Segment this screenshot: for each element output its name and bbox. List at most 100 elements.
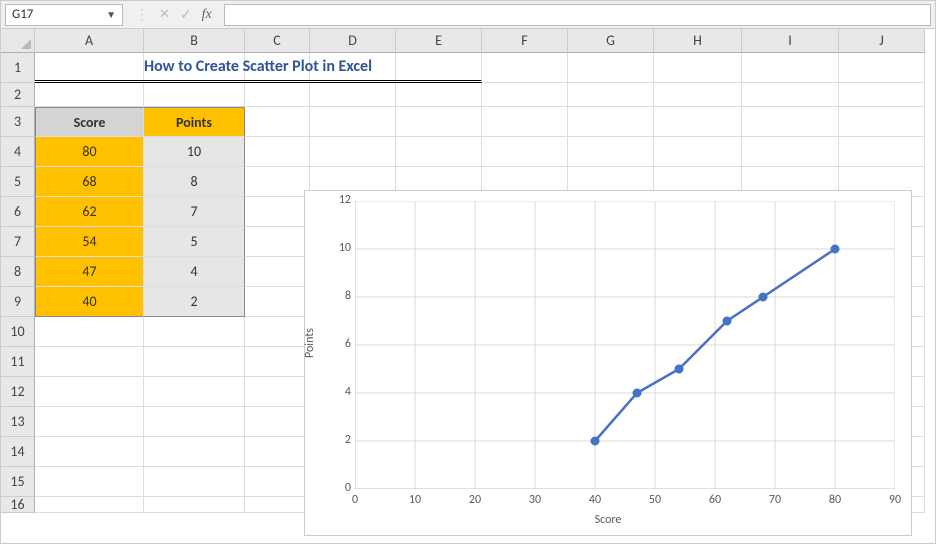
name-box[interactable]: G17 ▼ bbox=[5, 4, 123, 26]
cell-G4[interactable] bbox=[568, 137, 654, 167]
row-header-10[interactable]: 10 bbox=[1, 317, 35, 347]
column-header-B[interactable]: B bbox=[144, 29, 245, 53]
row-header-5[interactable]: 5 bbox=[1, 167, 35, 197]
cell-E2[interactable] bbox=[396, 83, 482, 107]
cell-C4[interactable] bbox=[245, 137, 310, 167]
table-row-2-points[interactable]: 7 bbox=[144, 197, 245, 227]
cell-D4[interactable] bbox=[310, 137, 396, 167]
cell-C12[interactable] bbox=[245, 377, 310, 407]
cell-F3[interactable] bbox=[482, 107, 568, 137]
cell-B13[interactable] bbox=[144, 407, 245, 437]
cell-C2[interactable] bbox=[245, 83, 310, 107]
cell-A14[interactable] bbox=[35, 437, 144, 467]
cell-D3[interactable] bbox=[310, 107, 396, 137]
column-header-H[interactable]: H bbox=[654, 29, 742, 53]
cell-B12[interactable] bbox=[144, 377, 245, 407]
cell-E3[interactable] bbox=[396, 107, 482, 137]
select-all-corner[interactable] bbox=[1, 29, 35, 53]
cell-F4[interactable] bbox=[482, 137, 568, 167]
table-row-4-points[interactable]: 4 bbox=[144, 257, 245, 287]
table-header-points[interactable]: Points bbox=[144, 107, 245, 137]
cell-J2[interactable] bbox=[839, 83, 925, 107]
cell-J3[interactable] bbox=[839, 107, 925, 137]
cell-C5[interactable] bbox=[245, 167, 310, 197]
cell-I3[interactable] bbox=[742, 107, 839, 137]
title-cell[interactable]: How to Create Scatter Plot in Excel bbox=[35, 53, 482, 83]
cell-F1[interactable] bbox=[482, 53, 568, 83]
row-header-15[interactable]: 15 bbox=[1, 467, 35, 497]
cell-C6[interactable] bbox=[245, 197, 310, 227]
row-header-3[interactable]: 3 bbox=[1, 107, 35, 137]
row-header-7[interactable]: 7 bbox=[1, 227, 35, 257]
scatter-chart[interactable]: Points Score 010203040506070809002468101… bbox=[304, 190, 912, 536]
formula-input[interactable] bbox=[224, 4, 931, 26]
cell-A16[interactable] bbox=[35, 497, 144, 513]
row-header-13[interactable]: 13 bbox=[1, 407, 35, 437]
fx-icon[interactable]: fx bbox=[202, 7, 212, 23]
cell-B10[interactable] bbox=[144, 317, 245, 347]
row-header-2[interactable]: 2 bbox=[1, 83, 35, 107]
cell-G3[interactable] bbox=[568, 107, 654, 137]
row-header-14[interactable]: 14 bbox=[1, 437, 35, 467]
cell-J4[interactable] bbox=[839, 137, 925, 167]
table-row-5-score[interactable]: 40 bbox=[35, 287, 144, 317]
cell-C7[interactable] bbox=[245, 227, 310, 257]
cell-H3[interactable] bbox=[654, 107, 742, 137]
row-header-12[interactable]: 12 bbox=[1, 377, 35, 407]
table-row-4-score[interactable]: 47 bbox=[35, 257, 144, 287]
table-row-3-points[interactable]: 5 bbox=[144, 227, 245, 257]
cell-B14[interactable] bbox=[144, 437, 245, 467]
cell-I1[interactable] bbox=[742, 53, 839, 83]
cell-C15[interactable] bbox=[245, 467, 310, 497]
cell-C3[interactable] bbox=[245, 107, 310, 137]
table-row-0-score[interactable]: 80 bbox=[35, 137, 144, 167]
table-row-0-points[interactable]: 10 bbox=[144, 137, 245, 167]
cell-C14[interactable] bbox=[245, 437, 310, 467]
cell-G2[interactable] bbox=[568, 83, 654, 107]
cell-I2[interactable] bbox=[742, 83, 839, 107]
cell-D2[interactable] bbox=[310, 83, 396, 107]
table-row-5-points[interactable]: 2 bbox=[144, 287, 245, 317]
table-row-2-score[interactable]: 62 bbox=[35, 197, 144, 227]
cell-E4[interactable] bbox=[396, 137, 482, 167]
cell-A11[interactable] bbox=[35, 347, 144, 377]
table-header-score[interactable]: Score bbox=[35, 107, 144, 137]
row-header-16[interactable]: 16 bbox=[1, 497, 35, 513]
cell-A13[interactable] bbox=[35, 407, 144, 437]
row-header-4[interactable]: 4 bbox=[1, 137, 35, 167]
chevron-down-icon[interactable]: ▼ bbox=[106, 8, 116, 21]
column-header-E[interactable]: E bbox=[396, 29, 482, 53]
cell-C9[interactable] bbox=[245, 287, 310, 317]
cell-A12[interactable] bbox=[35, 377, 144, 407]
column-header-G[interactable]: G bbox=[568, 29, 654, 53]
column-header-C[interactable]: C bbox=[245, 29, 310, 53]
cell-B11[interactable] bbox=[144, 347, 245, 377]
cell-C8[interactable] bbox=[245, 257, 310, 287]
cell-H4[interactable] bbox=[654, 137, 742, 167]
cell-B16[interactable] bbox=[144, 497, 245, 513]
row-header-1[interactable]: 1 bbox=[1, 53, 35, 83]
cell-F2[interactable] bbox=[482, 83, 568, 107]
cell-A15[interactable] bbox=[35, 467, 144, 497]
row-header-9[interactable]: 9 bbox=[1, 287, 35, 317]
cell-B2[interactable] bbox=[144, 83, 245, 107]
cell-C11[interactable] bbox=[245, 347, 310, 377]
cell-H1[interactable] bbox=[654, 53, 742, 83]
cell-G1[interactable] bbox=[568, 53, 654, 83]
row-header-6[interactable]: 6 bbox=[1, 197, 35, 227]
cell-I4[interactable] bbox=[742, 137, 839, 167]
column-header-I[interactable]: I bbox=[742, 29, 839, 53]
cell-A10[interactable] bbox=[35, 317, 144, 347]
cell-B15[interactable] bbox=[144, 467, 245, 497]
cell-A2[interactable] bbox=[35, 83, 144, 107]
column-header-F[interactable]: F bbox=[482, 29, 568, 53]
table-row-1-points[interactable]: 8 bbox=[144, 167, 245, 197]
cell-C10[interactable] bbox=[245, 317, 310, 347]
row-header-8[interactable]: 8 bbox=[1, 257, 35, 287]
column-header-A[interactable]: A bbox=[35, 29, 144, 53]
table-row-3-score[interactable]: 54 bbox=[35, 227, 144, 257]
cell-C13[interactable] bbox=[245, 407, 310, 437]
cell-H2[interactable] bbox=[654, 83, 742, 107]
cell-C16[interactable] bbox=[245, 497, 310, 513]
table-row-1-score[interactable]: 68 bbox=[35, 167, 144, 197]
